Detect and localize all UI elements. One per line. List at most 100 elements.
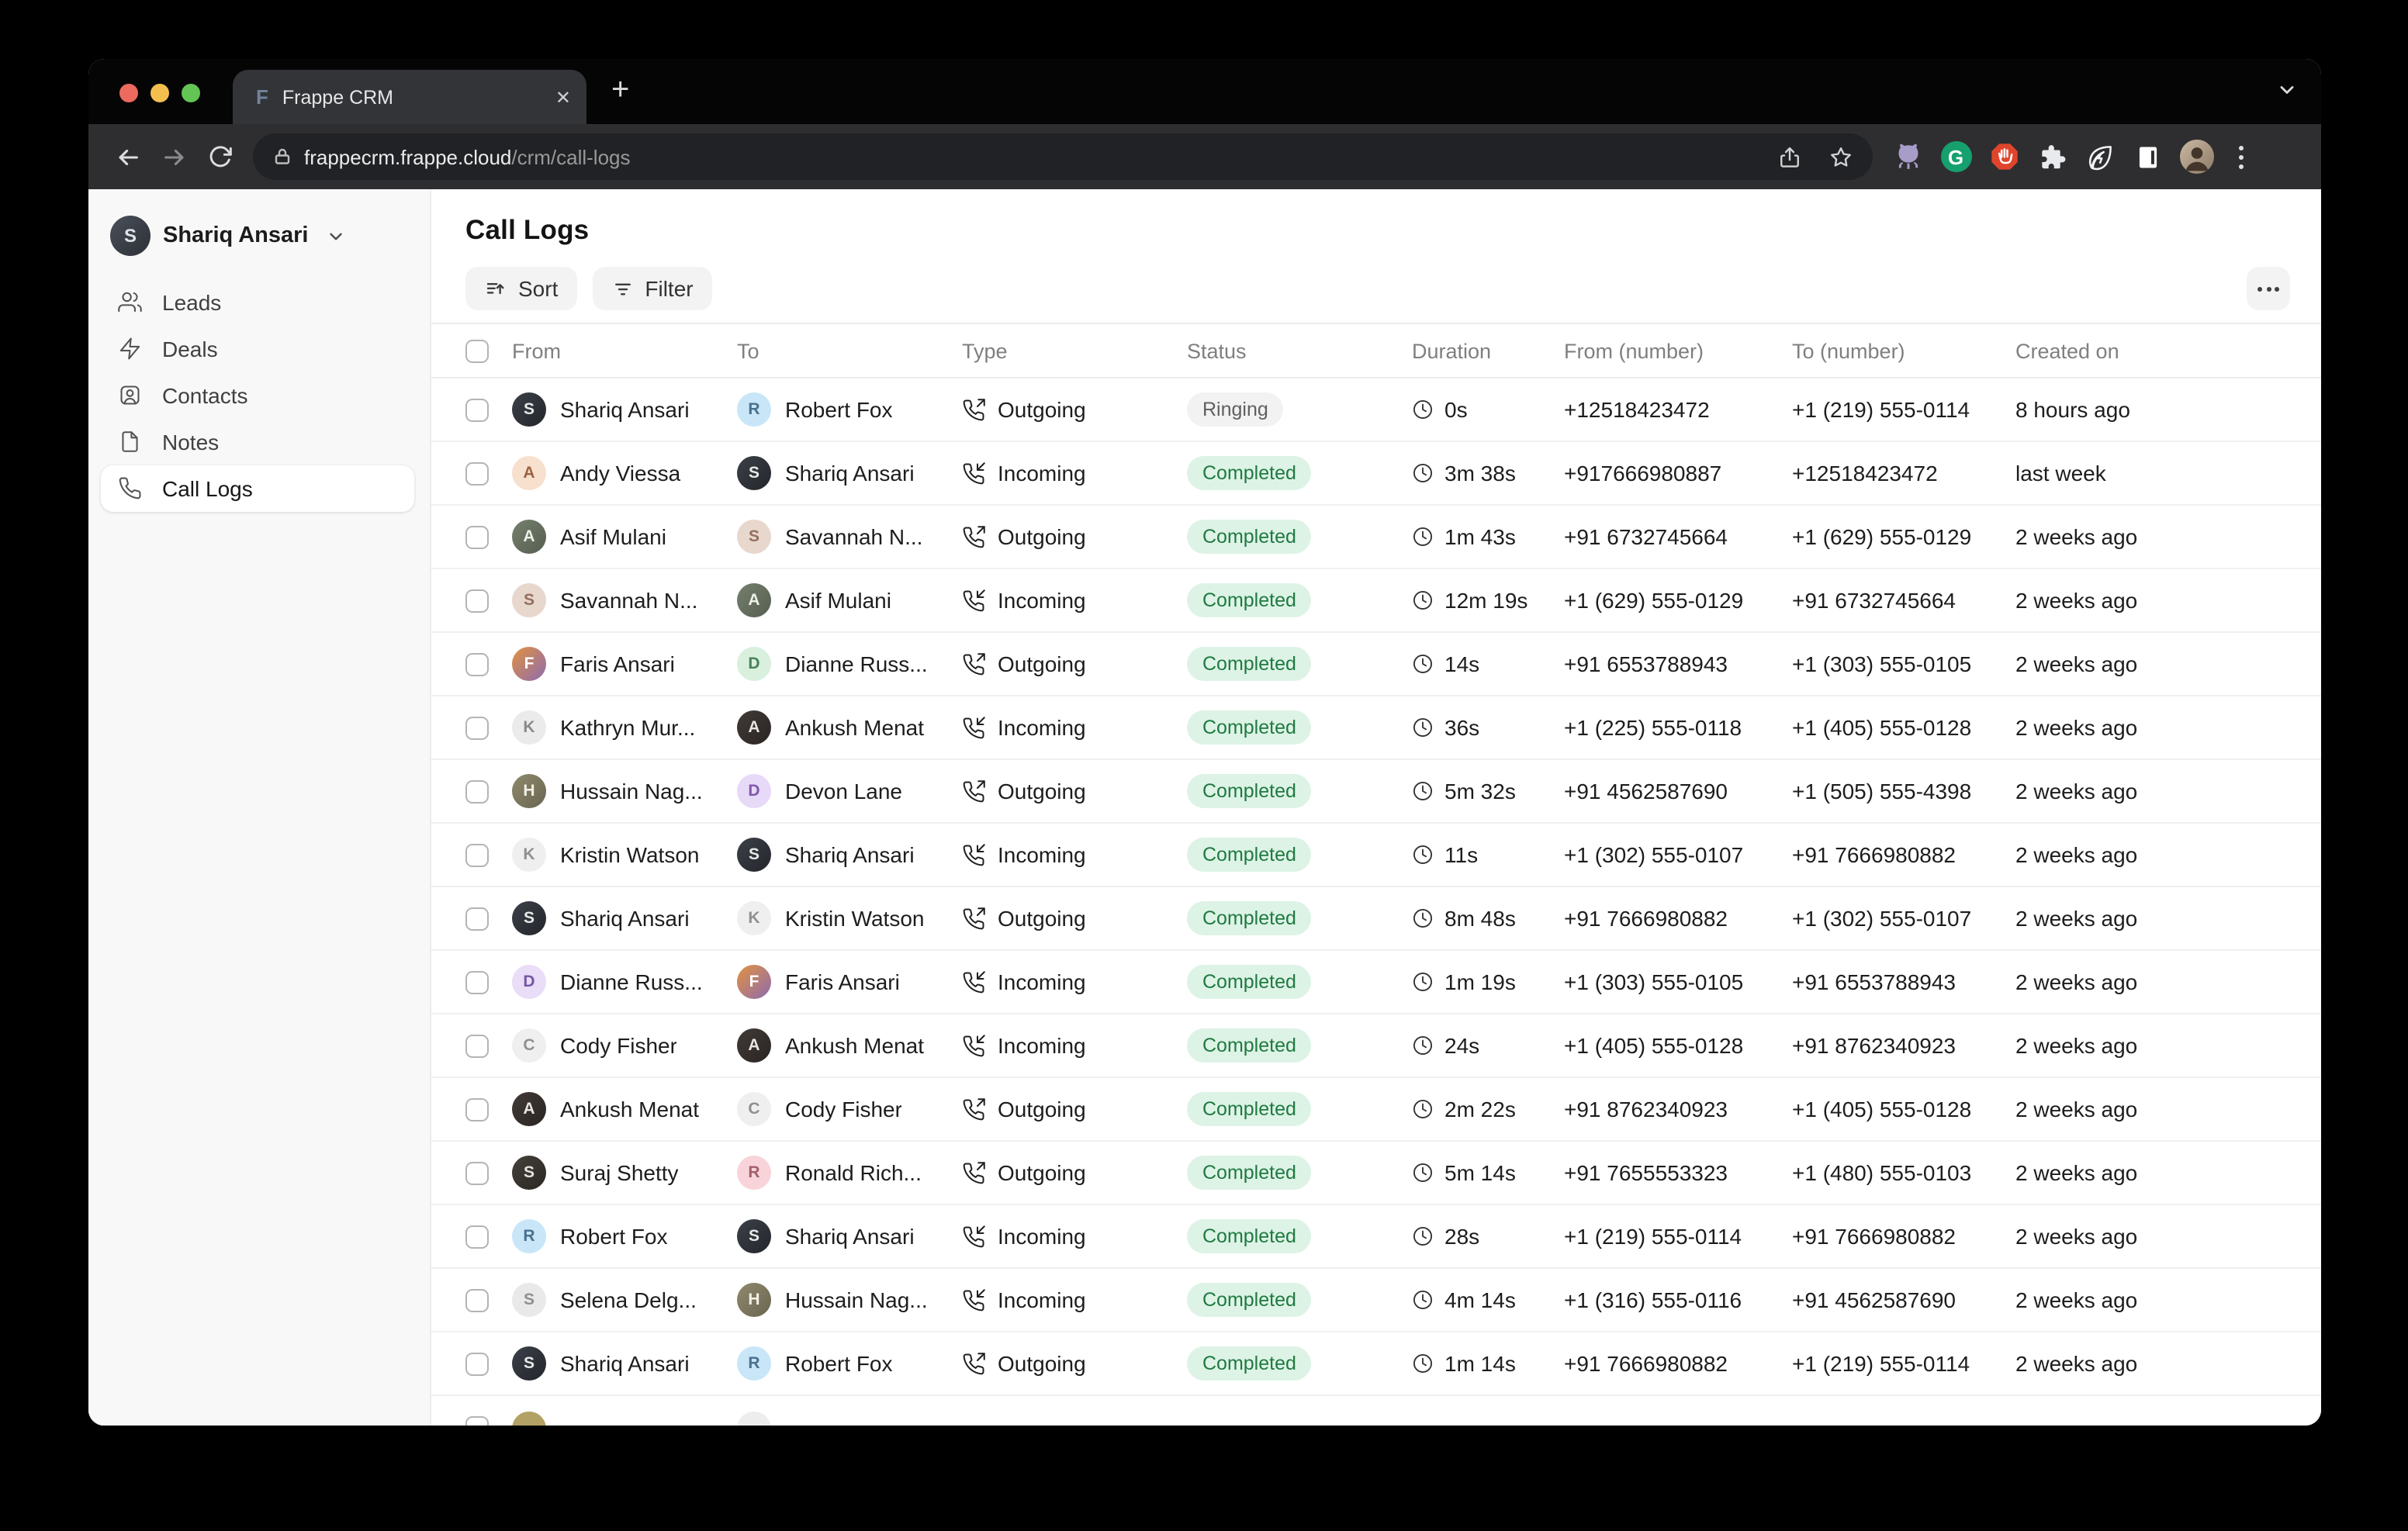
call-log-row[interactable]: SShariq AnsariKKristin WatsonOutgoingCom… — [431, 887, 2321, 951]
row-checkbox[interactable] — [465, 779, 489, 803]
clock-icon — [1412, 971, 1434, 993]
call-log-row[interactable]: KKristin WatsonSShariq AnsariIncomingCom… — [431, 824, 2321, 887]
column-header[interactable]: Status — [1187, 339, 1412, 362]
row-checkbox[interactable] — [465, 1225, 489, 1248]
row-checkbox[interactable] — [465, 716, 489, 739]
octocat-extension-icon[interactable] — [1891, 140, 1924, 173]
from-contact: SShariq Ansari — [512, 392, 737, 427]
share-icon[interactable] — [1778, 145, 1801, 168]
user-menu[interactable]: S Shariq Ansari — [110, 214, 414, 257]
leaf-extension-icon[interactable] — [2084, 140, 2116, 173]
from-number: +1 (629) 555-0129 — [1564, 588, 1792, 613]
clock-icon — [1412, 1098, 1434, 1120]
call-log-row[interactable]: DDianne Russ...FFaris AnsariIncomingComp… — [431, 951, 2321, 1014]
browser-menu-icon[interactable] — [2239, 145, 2244, 168]
call-log-row[interactable]: SSavannah N...AAsif MulaniIncomingComple… — [431, 569, 2321, 633]
select-all-checkbox[interactable] — [465, 339, 489, 362]
filter-button[interactable]: Filter — [592, 267, 711, 310]
call-log-row[interactable]: HHussain Nag...DDevon LaneOutgoingComple… — [431, 760, 2321, 824]
duration-cell: 1m 19s — [1412, 969, 1564, 994]
contact-name: Asif Mulani — [785, 588, 891, 613]
row-checkbox[interactable] — [465, 1352, 489, 1375]
zoom-window-button[interactable] — [182, 84, 200, 102]
status-badge: Completed — [1187, 965, 1312, 999]
row-checkbox[interactable] — [465, 461, 489, 485]
back-icon[interactable] — [104, 133, 150, 180]
call-log-row[interactable]: AAnkush MenatCCody FisherOutgoingComplet… — [431, 1078, 2321, 1142]
more-options-button[interactable] — [2247, 267, 2290, 310]
grammarly-icon[interactable]: G — [1939, 140, 1972, 173]
browser-profile-avatar[interactable] — [2180, 140, 2214, 174]
sidebar-item-label: Call Logs — [162, 476, 253, 501]
row-checkbox[interactable] — [465, 1288, 489, 1312]
new-tab-button[interactable]: + — [611, 73, 629, 109]
clock-icon — [1412, 1353, 1434, 1374]
browser-tab-strip: F Frappe CRM ✕ + — [88, 59, 2321, 124]
row-checkbox[interactable] — [465, 970, 489, 994]
call-log-row[interactable]: SShariq AnsariRRobert FoxOutgoingComplet… — [431, 1332, 2321, 1396]
column-header[interactable]: Duration — [1412, 339, 1564, 362]
to-number: +1 (480) 555-0103 — [1792, 1160, 2015, 1185]
column-header[interactable]: Type — [962, 339, 1187, 362]
row-checkbox[interactable] — [465, 589, 489, 612]
leads-icon — [118, 291, 142, 315]
sidebar-item-leads[interactable]: Leads — [101, 279, 414, 326]
minimize-window-button[interactable] — [150, 84, 169, 102]
address-bar[interactable]: frappecrm.frappe.cloud/crm/call-logs — [253, 133, 1873, 180]
sidebar-item-notes[interactable]: Notes — [101, 419, 414, 465]
clock-icon — [1412, 526, 1434, 548]
actions-row: Sort Filter — [465, 267, 2290, 310]
sidebar-item-contacts[interactable]: Contacts — [101, 372, 414, 419]
row-checkbox[interactable] — [465, 398, 489, 421]
reload-icon[interactable] — [197, 133, 244, 180]
call-log-row[interactable]: SShariq AnsariRRobert FoxOutgoingRinging… — [431, 378, 2321, 442]
to-contact: AAnkush Menat — [737, 710, 962, 745]
row-checkbox[interactable] — [465, 1097, 489, 1121]
adblock-icon[interactable] — [1988, 140, 2020, 173]
frame-extension-icon[interactable] — [2132, 140, 2164, 173]
phone-incoming-icon — [962, 589, 985, 612]
avatar: A — [737, 710, 771, 745]
column-header[interactable]: To (number) — [1792, 339, 2015, 362]
sort-label: Sort — [518, 276, 558, 301]
call-log-row[interactable]: KKathryn Mur...AAnkush MenatIncomingComp… — [431, 696, 2321, 760]
sidebar-item-call-logs[interactable]: Call Logs — [101, 465, 414, 512]
row-checkbox[interactable] — [465, 1416, 489, 1426]
call-log-row[interactable]: SSelena Delg...HHussain Nag...IncomingCo… — [431, 1269, 2321, 1332]
user-name: Shariq Ansari — [163, 223, 309, 248]
browser-tab-frappe-crm[interactable]: F Frappe CRM ✕ — [233, 70, 586, 124]
bookmark-star-icon[interactable] — [1829, 145, 1853, 168]
sort-button[interactable]: Sort — [465, 267, 576, 310]
duration-cell: 3m 38s — [1412, 461, 1564, 486]
close-window-button[interactable] — [119, 84, 138, 102]
call-log-row[interactable]: CCody FisherAAnkush MenatIncomingComplet… — [431, 1014, 2321, 1078]
tab-close-icon[interactable]: ✕ — [555, 88, 571, 106]
created-on: 2 weeks ago — [2015, 779, 2321, 804]
to-contact: HHussain Nag... — [737, 1283, 962, 1317]
avatar: A — [512, 520, 546, 554]
avatar: S — [512, 583, 546, 617]
column-header[interactable]: From (number) — [1564, 339, 1792, 362]
row-checkbox[interactable] — [465, 525, 489, 548]
row-checkbox[interactable] — [465, 1034, 489, 1057]
row-checkbox[interactable] — [465, 907, 489, 930]
column-header[interactable]: Created on — [2015, 339, 2321, 362]
duration-cell: 36s — [1412, 715, 1564, 740]
column-header[interactable]: To — [737, 339, 962, 362]
row-checkbox[interactable] — [465, 1161, 489, 1184]
call-log-row[interactable]: AAsif MulaniSSavannah N...OutgoingComple… — [431, 506, 2321, 569]
row-checkbox[interactable] — [465, 843, 489, 866]
forward-icon[interactable] — [150, 133, 197, 180]
call-log-row[interactable]: FFaris AnsariDDianne Russ...OutgoingComp… — [431, 633, 2321, 696]
from-number: +1 (303) 555-0105 — [1564, 969, 1792, 994]
puzzle-icon[interactable] — [2036, 140, 2068, 173]
column-header[interactable]: From — [512, 339, 737, 362]
row-checkbox[interactable] — [465, 652, 489, 676]
call-log-row-partial[interactable] — [431, 1396, 2321, 1426]
duration: 36s — [1444, 715, 1479, 740]
call-log-row[interactable]: AAndy ViessaSShariq AnsariIncomingComple… — [431, 442, 2321, 506]
call-log-row[interactable]: RRobert FoxSShariq AnsariIncomingComplet… — [431, 1205, 2321, 1269]
tab-search-chevron-icon[interactable] — [2276, 79, 2298, 101]
sidebar-item-deals[interactable]: Deals — [101, 326, 414, 372]
call-log-row[interactable]: SSuraj ShettyRRonald Rich...OutgoingComp… — [431, 1142, 2321, 1205]
